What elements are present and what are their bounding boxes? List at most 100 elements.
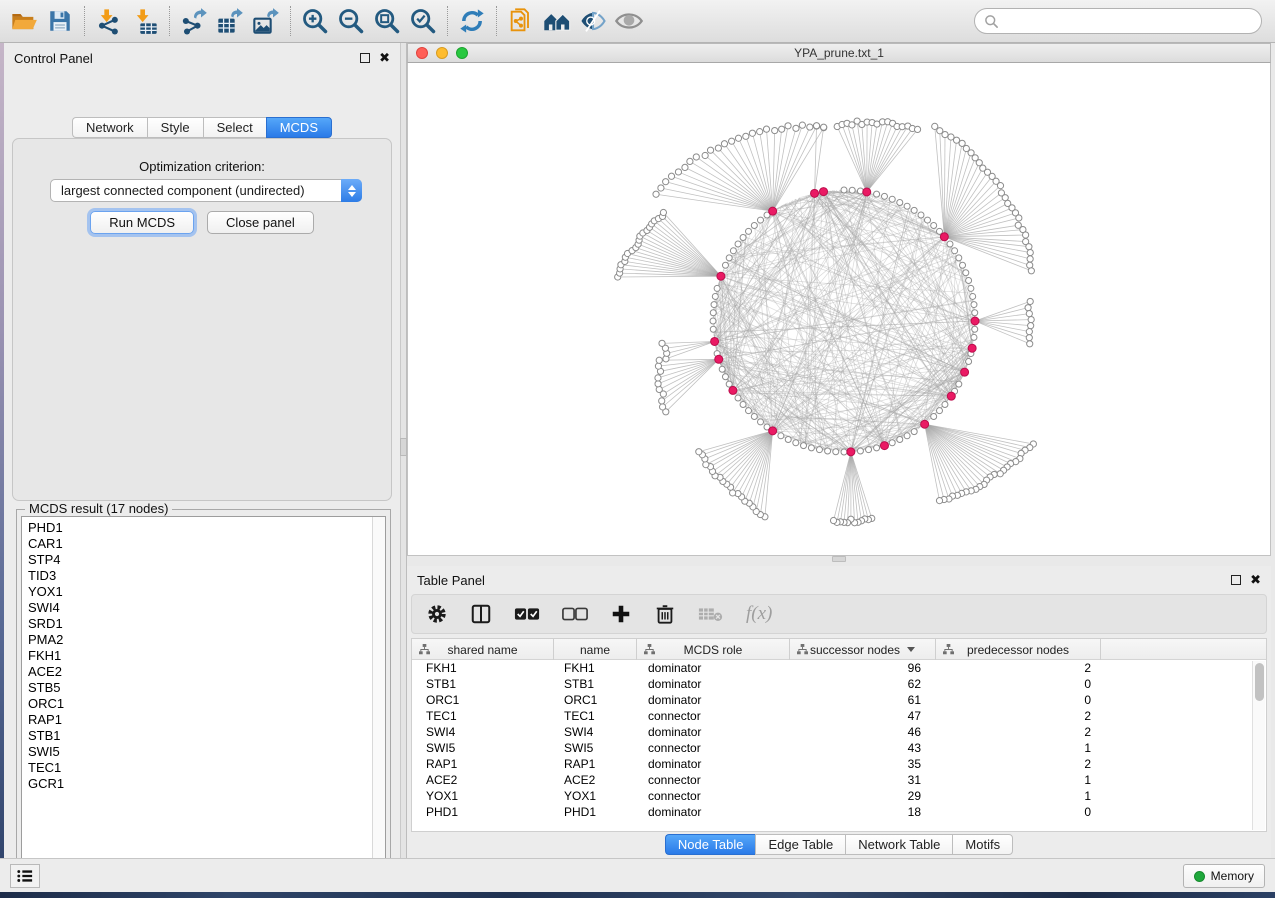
network-node: [972, 326, 978, 332]
tab-select[interactable]: Select: [203, 117, 266, 138]
table-scrollbar-thumb[interactable]: [1255, 663, 1264, 701]
column-header-MCDS-role[interactable]: MCDS role: [637, 639, 790, 660]
mcds-result-item[interactable]: CAR1: [28, 536, 372, 552]
table-scrollbar[interactable]: [1252, 661, 1265, 830]
table-row[interactable]: PHD1PHD1dominator180: [412, 804, 1266, 820]
table-row[interactable]: SWI4SWI4dominator462: [412, 724, 1266, 740]
table-cell: YOX1: [554, 788, 637, 804]
column-header-name[interactable]: name: [554, 639, 637, 660]
zoom-selected-button[interactable]: [405, 3, 441, 39]
add-column-button[interactable]: [610, 603, 632, 625]
show-hide-button[interactable]: [611, 3, 647, 39]
network-node: [931, 223, 937, 229]
table-row[interactable]: YOX1YOX1connector291: [412, 788, 1266, 804]
mcds-result-item[interactable]: YOX1: [28, 584, 372, 600]
horizontal-splitter-handle[interactable]: [832, 556, 846, 562]
run-mcds-button[interactable]: Run MCDS: [90, 211, 194, 234]
mcds-result-item[interactable]: RAP1: [28, 712, 372, 728]
network-analyzer-button[interactable]: [539, 3, 575, 39]
zoom-fit-button[interactable]: [369, 3, 405, 39]
task-history-button[interactable]: [10, 864, 40, 888]
mcds-result-item[interactable]: GCR1: [28, 776, 372, 792]
delete-column-button[interactable]: [654, 603, 676, 625]
table-cell: ORC1: [412, 692, 554, 708]
float-panel-icon[interactable]: [360, 53, 370, 63]
table-cell: connector: [637, 708, 790, 724]
mcds-result-item[interactable]: FKH1: [28, 648, 372, 664]
table-cell: 35: [790, 756, 936, 772]
mcds-result-item[interactable]: PMA2: [28, 632, 372, 648]
table-cell: 62: [790, 676, 936, 692]
network-node: [959, 140, 965, 146]
close-panel-button[interactable]: Close panel: [207, 211, 314, 234]
network-node: [769, 207, 777, 215]
network-file-button[interactable]: [503, 3, 539, 39]
table-float-panel-icon[interactable]: [1231, 575, 1241, 585]
import-table-button[interactable]: [127, 3, 163, 39]
table-row[interactable]: FKH1FKH1dominator962: [412, 660, 1266, 676]
mcds-result-item[interactable]: SWI5: [28, 744, 372, 760]
table-row[interactable]: ACE2ACE2connector311: [412, 772, 1266, 788]
table-row[interactable]: ORC1ORC1dominator610: [412, 692, 1266, 708]
tab-mcds[interactable]: MCDS: [266, 117, 332, 138]
network-node: [763, 126, 769, 132]
mcds-result-item[interactable]: STB5: [28, 680, 372, 696]
export-network-button[interactable]: [176, 3, 212, 39]
table-close-panel-icon[interactable]: ✖: [1250, 575, 1261, 585]
table-row[interactable]: SWI5SWI5connector431: [412, 740, 1266, 756]
table-row[interactable]: STB1STB1dominator620: [412, 676, 1266, 692]
select-all-button[interactable]: [514, 605, 540, 623]
network-node: [940, 233, 948, 241]
mcds-list-scrollbar[interactable]: [372, 517, 385, 875]
network-window-titlebar[interactable]: YPA_prune.txt_1: [407, 43, 1271, 63]
refresh-layout-button[interactable]: [454, 3, 490, 39]
mcds-result-item[interactable]: ACE2: [28, 664, 372, 680]
search-input[interactable]: [974, 8, 1262, 34]
tab-network[interactable]: Network: [72, 117, 147, 138]
mcds-result-item[interactable]: TEC1: [28, 760, 372, 776]
tab-motifs[interactable]: Motifs: [952, 834, 1013, 855]
mcds-result-list[interactable]: PHD1CAR1STP4TID3YOX1SWI4SRD1PMA2FKH1ACE2…: [21, 516, 386, 876]
deselect-all-button[interactable]: [562, 605, 588, 623]
node-table[interactable]: shared namenameMCDS rolesuccessor nodesp…: [411, 638, 1267, 832]
open-file-button[interactable]: [6, 3, 42, 39]
column-header-successor-nodes[interactable]: successor nodes: [790, 639, 936, 660]
mcds-result-item[interactable]: SRD1: [28, 616, 372, 632]
mcds-result-item[interactable]: STP4: [28, 552, 372, 568]
tab-edge-table[interactable]: Edge Table: [755, 834, 845, 855]
save-session-button[interactable]: [42, 3, 78, 39]
style-visibility-button[interactable]: [575, 3, 611, 39]
close-panel-icon[interactable]: ✖: [379, 53, 390, 63]
mcds-result-item[interactable]: ORC1: [28, 696, 372, 712]
mcds-result-item[interactable]: TID3: [28, 568, 372, 584]
memory-button[interactable]: Memory: [1183, 864, 1265, 888]
tab-style[interactable]: Style: [147, 117, 203, 138]
table-row[interactable]: RAP1RAP1dominator352: [412, 756, 1266, 772]
mcds-result-items: PHD1CAR1STP4TID3YOX1SWI4SRD1PMA2FKH1ACE2…: [22, 517, 372, 875]
zoom-out-button[interactable]: [333, 3, 369, 39]
export-image-button[interactable]: [248, 3, 284, 39]
network-canvas[interactable]: [407, 63, 1271, 556]
import-network-button[interactable]: [91, 3, 127, 39]
show-columns-button[interactable]: [470, 603, 492, 625]
tab-network-table[interactable]: Network Table: [845, 834, 952, 855]
mcds-result-item[interactable]: SWI4: [28, 600, 372, 616]
criterion-dropdown[interactable]: largest connected component (undirected): [50, 179, 362, 202]
zoom-in-button[interactable]: [297, 3, 333, 39]
vertical-splitter[interactable]: [400, 43, 407, 858]
table-row[interactable]: TEC1TEC1connector472: [412, 708, 1266, 724]
network-node: [931, 413, 937, 419]
network-graph[interactable]: [408, 63, 1270, 554]
mcds-result-item[interactable]: PHD1: [28, 520, 372, 536]
mcds-result-item[interactable]: STB1: [28, 728, 372, 744]
column-header-shared-name[interactable]: shared name: [412, 639, 554, 660]
zoom-selected-icon: [409, 7, 437, 35]
column-header-predecessor-nodes[interactable]: predecessor nodes: [936, 639, 1101, 660]
table-settings-button[interactable]: [426, 603, 448, 625]
export-table-button[interactable]: [212, 3, 248, 39]
tab-node-table[interactable]: Node Table: [665, 834, 756, 855]
network-node: [911, 207, 917, 213]
refresh-icon: [458, 7, 486, 35]
status-bar: Memory: [0, 858, 1275, 892]
vertical-splitter-handle[interactable]: [400, 438, 407, 456]
